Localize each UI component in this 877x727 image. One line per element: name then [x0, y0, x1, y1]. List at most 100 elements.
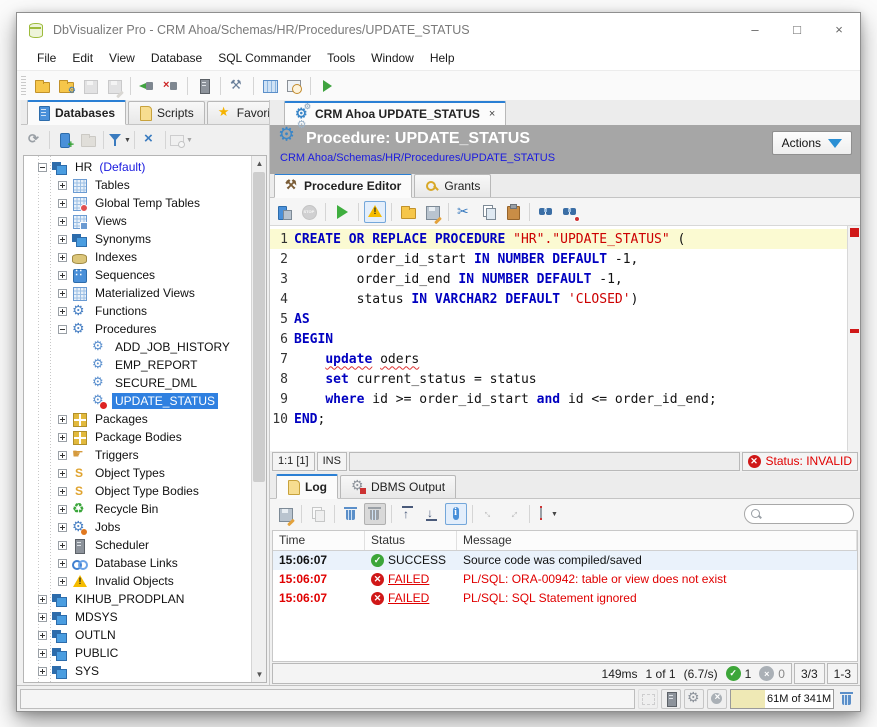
garbage-collect-button[interactable]	[837, 689, 857, 709]
export-log-button[interactable]	[274, 503, 296, 525]
tree-item-functions[interactable]: Functions	[24, 302, 251, 320]
bookmark-run-button[interactable]	[316, 75, 338, 97]
tree-item-update-status[interactable]: UPDATE_STATUS	[24, 392, 251, 410]
tree-item-hr[interactable]: HR(Default)	[24, 158, 251, 176]
scroll-up-icon[interactable]: ▲	[252, 156, 267, 171]
tree-item-package-bodies[interactable]: Package Bodies	[24, 428, 251, 446]
expand-plus-icon[interactable]	[58, 577, 67, 586]
cut-button[interactable]	[454, 201, 476, 223]
open-file-button[interactable]	[397, 201, 419, 223]
code-editor[interactable]: 1CREATE OR REPLACE PROCEDURE "HR"."UPDAT…	[270, 226, 860, 451]
tree-item-triggers[interactable]: Triggers	[24, 446, 251, 464]
expand-plus-icon[interactable]	[38, 649, 47, 658]
menu-edit[interactable]: Edit	[64, 48, 101, 68]
tab-crm-ahoa-update-status[interactable]: CRM Ahoa UPDATE_STATUS ×	[284, 101, 506, 126]
code-area[interactable]: 1CREATE OR REPLACE PROCEDURE "HR"."UPDAT…	[270, 226, 847, 451]
tree-item-indexes[interactable]: Indexes	[24, 248, 251, 266]
dropdown-arrow-icon[interactable]: ▼	[551, 511, 558, 518]
column-header-message[interactable]: Message	[457, 531, 857, 550]
tree-item-database-links[interactable]: Database Links	[24, 554, 251, 572]
code-line-3[interactable]: 3 order_id_end IN NUMBER DEFAULT -1,	[270, 269, 847, 289]
collapse-minus-icon[interactable]	[58, 325, 67, 334]
scrollbar-thumb[interactable]	[253, 172, 265, 482]
code-line-5[interactable]: 5AS	[270, 309, 847, 329]
log-search-input[interactable]	[765, 508, 845, 520]
expand-plus-icon[interactable]	[58, 307, 67, 316]
errors-indicator-button[interactable]	[707, 689, 727, 709]
collapse-minus-icon[interactable]	[38, 163, 47, 172]
highlight-errors-button[interactable]	[364, 201, 386, 223]
actions-button[interactable]: Actions	[772, 131, 852, 155]
tree-item-object-types[interactable]: Object Types	[24, 464, 251, 482]
menu-file[interactable]: File	[29, 48, 64, 68]
clear-all-log-button[interactable]	[364, 503, 386, 525]
tree-item-invalid-objects[interactable]: Invalid Objects	[24, 572, 251, 590]
expand-plus-icon[interactable]	[58, 559, 67, 568]
tree-item-emp-report[interactable]: EMP_REPORT	[24, 356, 251, 374]
code-line-7[interactable]: 7 update oders	[270, 349, 847, 369]
tab-close-icon[interactable]: ×	[489, 108, 495, 120]
folder-settings-button[interactable]: ⚙	[55, 75, 77, 97]
tab-log[interactable]: Log	[276, 474, 338, 499]
error-marker-line7[interactable]	[850, 329, 859, 333]
code-line-4[interactable]: 4 status IN VARCHAR2 DEFAULT 'CLOSED')	[270, 289, 847, 309]
tree-item-object-type-bodies[interactable]: Object Type Bodies	[24, 482, 251, 500]
clear-log-button[interactable]	[340, 503, 362, 525]
tree-item-kihub-prodplan[interactable]: KIHUB_PRODPLAN	[24, 590, 251, 608]
expand-plus-icon[interactable]	[58, 487, 67, 496]
find-replace-button[interactable]	[559, 201, 581, 223]
tree-item-mdsys[interactable]: MDSYS	[24, 608, 251, 626]
menu-sql-commander[interactable]: SQL Commander	[210, 48, 319, 68]
menu-tools[interactable]: Tools	[319, 48, 363, 68]
close-button[interactable]: ×	[818, 13, 860, 46]
expand-plus-icon[interactable]	[38, 613, 47, 622]
expand-plus-icon[interactable]	[58, 505, 67, 514]
database-server-button[interactable]	[193, 75, 215, 97]
copy-button[interactable]	[478, 201, 500, 223]
tab-databases[interactable]: Databases	[27, 100, 126, 125]
connect-button[interactable]	[136, 75, 158, 97]
open-folder-button[interactable]	[31, 75, 53, 97]
refresh-button[interactable]	[23, 129, 45, 151]
create-connection-button[interactable]	[54, 129, 76, 151]
scroll-to-top-button[interactable]	[397, 503, 419, 525]
tree-item-tables[interactable]: Tables	[24, 176, 251, 194]
tab-dbms-output[interactable]: DBMS Output	[340, 475, 456, 498]
expand-plus-icon[interactable]	[38, 595, 47, 604]
expand-plus-icon[interactable]	[58, 235, 67, 244]
tab-grants[interactable]: Grants	[414, 174, 491, 197]
expand-plus-icon[interactable]	[58, 271, 67, 280]
code-line-1[interactable]: 1CREATE OR REPLACE PROCEDURE "HR"."UPDAT…	[270, 229, 847, 249]
collapse-all-button[interactable]	[139, 129, 161, 151]
expand-plus-icon[interactable]	[58, 451, 67, 460]
code-line-10[interactable]: 10END;	[270, 409, 847, 429]
expand-plus-icon[interactable]	[58, 541, 67, 550]
log-row[interactable]: 15:06:07✓SUCCESSSource code was compiled…	[273, 551, 857, 570]
execute-button[interactable]	[331, 201, 353, 223]
paste-button[interactable]	[502, 201, 524, 223]
filter-button[interactable]: ▼	[108, 129, 130, 151]
code-line-8[interactable]: 8 set current_status = status	[270, 369, 847, 389]
dropdown-arrow-icon[interactable]: ▼	[186, 137, 193, 144]
expand-plus-icon[interactable]	[58, 181, 67, 190]
expand-plus-icon[interactable]	[38, 631, 47, 640]
code-line-9[interactable]: 9 where id >= order_id_start and id <= o…	[270, 389, 847, 409]
expand-plus-icon[interactable]	[38, 667, 47, 676]
tool-properties-button[interactable]	[226, 75, 248, 97]
log-row[interactable]: 15:06:07✕FAILEDPL/SQL: SQL Statement ign…	[273, 589, 857, 608]
tree-item-add-job-history[interactable]: ADD_JOB_HISTORY	[24, 338, 251, 356]
tab-procedure-editor[interactable]: Procedure Editor	[274, 173, 412, 198]
tree-item-procedures[interactable]: Procedures	[24, 320, 251, 338]
log-row[interactable]: 15:06:07✕FAILEDPL/SQL: ORA-00942: table …	[273, 570, 857, 589]
scroll-to-bottom-button[interactable]	[421, 503, 443, 525]
column-header-time[interactable]: Time	[273, 531, 365, 550]
memory-gauge[interactable]: 61M of 341M	[730, 689, 834, 709]
menu-database[interactable]: Database	[143, 48, 210, 68]
expand-plus-icon[interactable]	[58, 199, 67, 208]
tree-item-views[interactable]: Views	[24, 212, 251, 230]
save-procedure-button[interactable]	[274, 201, 296, 223]
expand-plus-icon[interactable]	[58, 253, 67, 262]
find-button[interactable]	[535, 201, 557, 223]
disconnect-button[interactable]	[160, 75, 182, 97]
tree-item-outln[interactable]: OUTLN	[24, 626, 251, 644]
